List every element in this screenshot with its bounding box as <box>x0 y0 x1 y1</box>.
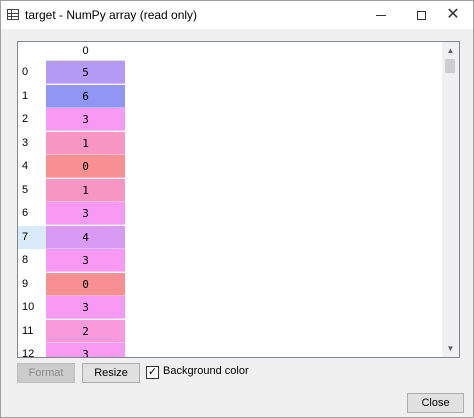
resize-button[interactable]: Resize <box>82 363 140 383</box>
table-cell[interactable]: 1 <box>46 178 125 202</box>
column-header-0[interactable]: 0 <box>46 42 125 61</box>
row-header[interactable]: 12 <box>18 343 46 357</box>
vertical-scrollbar[interactable]: ▲ ▼ <box>442 42 459 357</box>
row-header[interactable]: 8 <box>18 249 46 272</box>
scroll-down-arrow-icon[interactable]: ▼ <box>442 340 459 357</box>
window-title: target - NumPy array (read only) <box>25 8 198 22</box>
table-cell[interactable]: 1 <box>46 131 125 155</box>
table-cell[interactable]: 6 <box>46 84 125 108</box>
row-header[interactable]: 3 <box>18 131 46 155</box>
row-header[interactable]: 9 <box>18 272 46 296</box>
table-cell[interactable]: 3 <box>46 202 125 225</box>
scroll-up-arrow-icon[interactable]: ▲ <box>442 42 459 59</box>
row-header[interactable]: 1 <box>18 84 46 108</box>
maximize-icon <box>416 10 426 20</box>
table-cell[interactable]: 0 <box>46 155 125 178</box>
minimize-button[interactable] <box>361 1 401 29</box>
scrollbar-thumb[interactable] <box>445 59 455 73</box>
background-color-checkbox[interactable]: ✓ <box>146 366 159 379</box>
row-header[interactable]: 7 <box>18 225 46 249</box>
table-cell[interactable]: 3 <box>46 108 125 131</box>
background-color-label: Background color <box>163 365 249 377</box>
row-header[interactable]: 10 <box>18 296 46 319</box>
close-icon: ✕ <box>446 6 460 23</box>
table-cell[interactable]: 4 <box>46 225 125 249</box>
grid-table-icon <box>7 9 19 20</box>
table-cell[interactable]: 3 <box>46 343 125 357</box>
row-header[interactable]: 5 <box>18 178 46 202</box>
format-button[interactable]: Format <box>17 363 75 383</box>
table-corner <box>18 42 46 60</box>
table-cell[interactable]: 5 <box>46 61 125 84</box>
minimize-icon <box>376 14 386 16</box>
array-editor-window: target - NumPy array (read only) ✕ 0 051… <box>0 0 474 418</box>
table-cell[interactable]: 3 <box>46 249 125 272</box>
close-button[interactable]: Close <box>407 393 464 413</box>
table-cell[interactable]: 0 <box>46 272 125 296</box>
row-header[interactable]: 4 <box>18 155 46 178</box>
window-close-button[interactable]: ✕ <box>433 1 473 29</box>
row-header[interactable]: 0 <box>18 61 46 84</box>
title-bar: target - NumPy array (read only) ✕ <box>1 1 473 29</box>
table-cell[interactable]: 3 <box>46 296 125 319</box>
array-table[interactable]: 0 0 5 1 6 2 3 3 1 4 0 5 1 6 3 7 4 8 3 9 0 10 3 11 2 12 3 ▲ ▼ <box>17 41 460 358</box>
row-header[interactable]: 2 <box>18 108 46 131</box>
row-header[interactable]: 6 <box>18 202 46 225</box>
table-cell[interactable]: 2 <box>46 319 125 343</box>
row-header[interactable]: 11 <box>18 319 46 343</box>
